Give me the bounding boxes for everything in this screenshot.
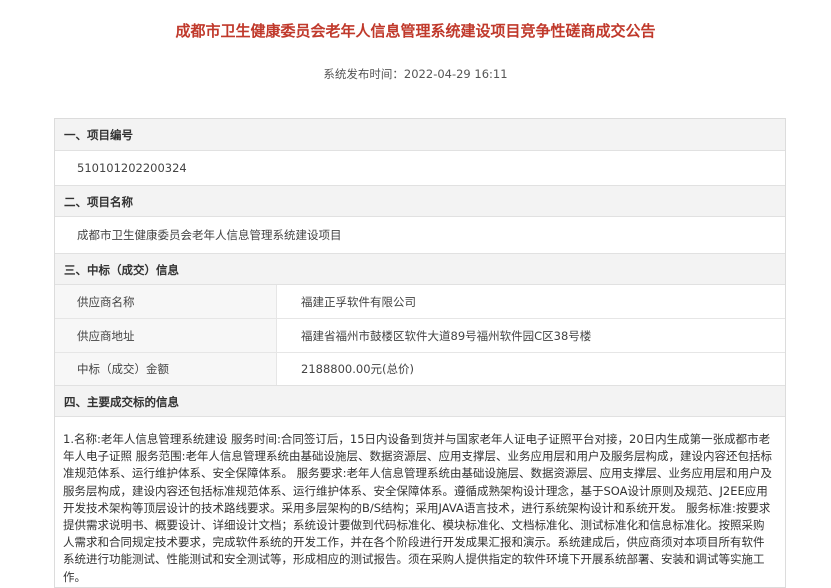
section-heading-project-name: 二、项目名称 bbox=[55, 185, 785, 217]
award-amount-label: 中标（成交）金额 bbox=[55, 353, 277, 385]
table-row: 中标（成交）金额 2188800.00元(总价) bbox=[55, 353, 785, 385]
page-title: 成都市卫生健康委员会老年人信息管理系统建设项目竞争性磋商成交公告 bbox=[175, 22, 656, 40]
table-row: 供应商名称 福建正孚软件有限公司 bbox=[55, 285, 785, 319]
supplier-name-value: 福建正孚软件有限公司 bbox=[301, 295, 416, 309]
supplier-name-label: 供应商名称 bbox=[55, 285, 277, 318]
main-subject-text: 1.名称:老年人信息管理系统建设 服务时间:合同签订后，15日内设备到货并与国家… bbox=[63, 432, 773, 584]
table-row: 供应商地址 福建省福州市鼓楼区软件大道89号福州软件园C区38号楼 bbox=[55, 319, 785, 353]
project-name: 成都市卫生健康委员会老年人信息管理系统建设项目 bbox=[77, 228, 342, 242]
section-heading-main-subject: 四、主要成交标的信息 bbox=[55, 385, 785, 417]
announcement-table: 一、项目编号 510101202200324 二、项目名称 成都市卫生健康委员会… bbox=[54, 118, 786, 588]
award-amount-value: 2188800.00元(总价) bbox=[301, 362, 414, 376]
supplier-address-label: 供应商地址 bbox=[55, 319, 277, 352]
project-number: 510101202200324 bbox=[77, 161, 187, 175]
supplier-address-value: 福建省福州市鼓楼区软件大道89号福州软件园C区38号楼 bbox=[301, 329, 592, 343]
section-heading-award-info: 三、中标（成交）信息 bbox=[55, 253, 785, 285]
publish-time: 系统发布时间：2022-04-29 16:11 bbox=[323, 67, 508, 81]
section-heading-project-number: 一、项目编号 bbox=[55, 119, 785, 151]
